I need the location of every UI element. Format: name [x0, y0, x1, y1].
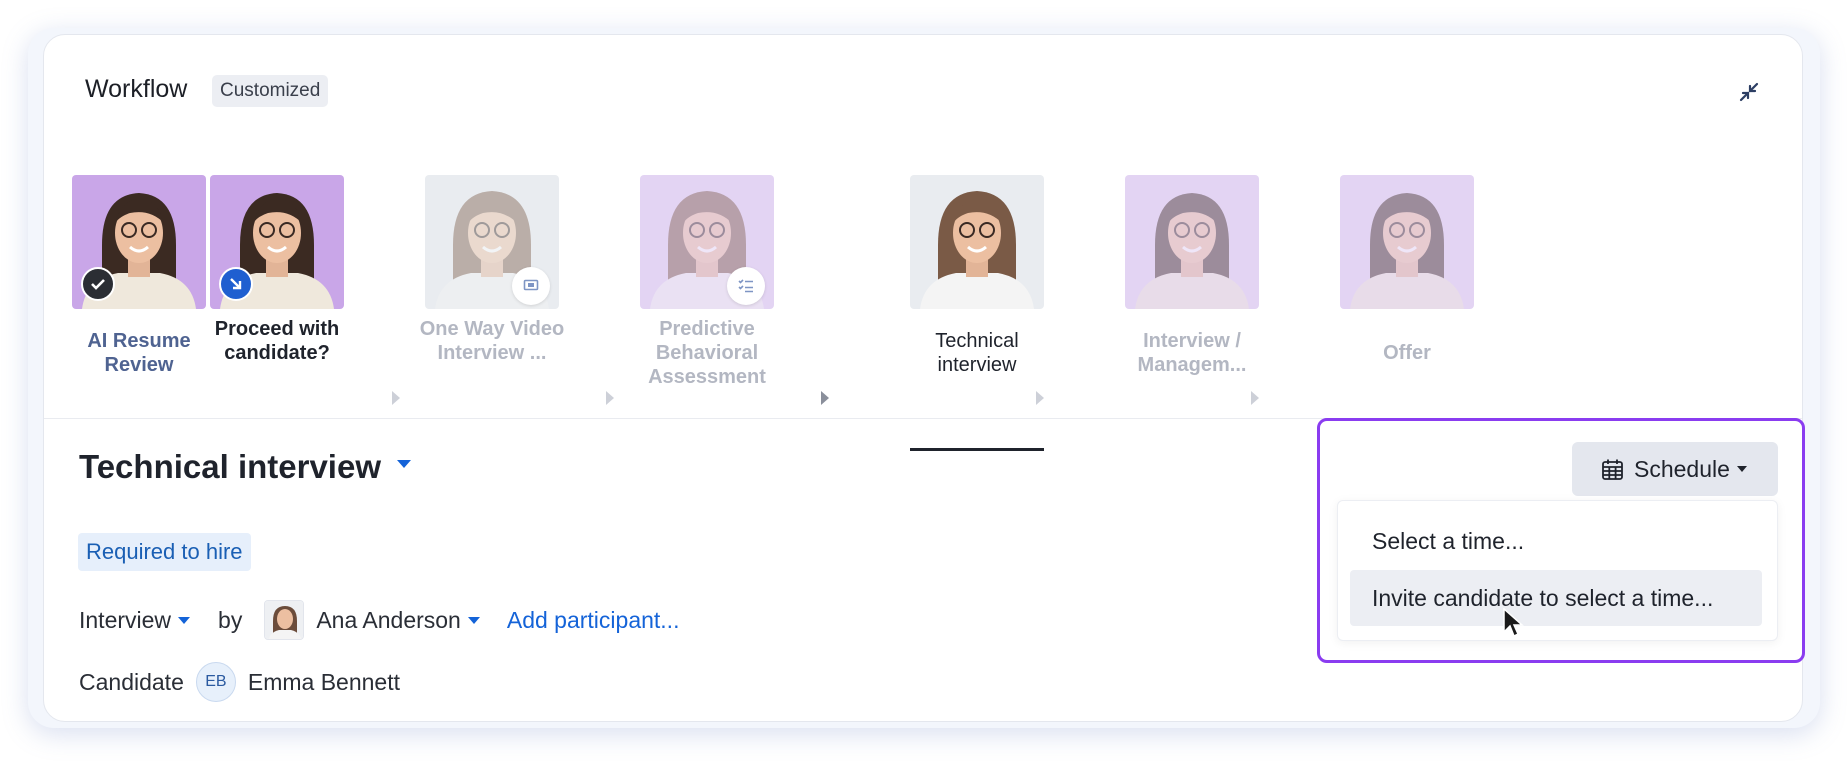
by-label: by — [218, 606, 243, 633]
avatar — [264, 600, 305, 640]
interview-details-row: Interview by Ana Anderson Add participan… — [79, 599, 679, 641]
checklist-icon — [727, 267, 765, 305]
candidate-row: Candidate EB Emma Bennett — [79, 661, 400, 703]
interviewer-select[interactable]: Ana Anderson — [316, 607, 461, 634]
candidate-name[interactable]: Emma Bennett — [248, 669, 400, 696]
chevron-right-icon — [1036, 391, 1044, 405]
avatar: EB — [195, 662, 236, 702]
stage-label: Proceed with candidate? — [214, 318, 340, 364]
required-to-hire-badge: Required to hire — [78, 533, 251, 571]
add-participant-link[interactable]: Add participant... — [507, 607, 680, 634]
collapse-arrows-icon[interactable] — [1736, 79, 1762, 105]
chevron-right-icon — [392, 391, 400, 405]
stage-label: AI Resume Review — [87, 330, 191, 376]
stage-ai-resume-review[interactable]: AI Resume Review — [72, 175, 206, 377]
chevron-down-icon[interactable] — [396, 459, 412, 469]
chevron-right-icon — [1251, 391, 1259, 405]
candidate-photo — [425, 175, 559, 309]
calendar-icon — [1602, 459, 1623, 480]
interview-type-select[interactable]: Interview — [79, 607, 171, 634]
candidate-photo — [72, 175, 206, 309]
workflow-title: Workflow — [85, 75, 188, 103]
candidate-photo — [910, 175, 1044, 309]
chevron-down-icon[interactable] — [467, 616, 481, 625]
schedule-button[interactable]: Schedule — [1572, 442, 1778, 496]
check-icon — [81, 267, 115, 301]
candidate-photo — [1125, 175, 1259, 309]
stage-offer[interactable]: Offer — [1340, 175, 1474, 365]
stage-label: Offer — [1383, 342, 1431, 364]
chevron-down-icon[interactable] — [177, 616, 191, 625]
candidate-label: Candidate — [79, 668, 184, 695]
arrow-down-right-icon — [219, 267, 253, 301]
schedule-dropdown-menu: Select a time... Invite candidate to sel… — [1337, 500, 1778, 641]
stage-one-way-video-interview[interactable]: One Way Video Interview ... — [420, 175, 564, 365]
menu-item-invite-candidate[interactable]: Invite candidate to select a time... — [1350, 570, 1762, 626]
stage-interview-management[interactable]: Interview / Managem... — [1125, 175, 1259, 377]
mouse-cursor-icon — [1503, 608, 1524, 638]
stage-label: Predictive Behavioral Assessment — [648, 318, 766, 388]
candidate-photo — [210, 175, 344, 309]
customized-badge: Customized — [212, 75, 329, 107]
stage-technical-interview[interactable]: Technical interview — [910, 175, 1044, 377]
chevron-down-icon — [1736, 466, 1747, 472]
stage-predictive-behavioral-assessment[interactable]: Predictive Behavioral Assessment — [640, 175, 774, 389]
chevron-right-icon — [606, 391, 614, 405]
stage-proceed-with-candidate[interactable]: Proceed with candidate? — [210, 175, 344, 365]
stage-label: One Way Video Interview ... — [419, 318, 565, 364]
stage-label: Interview / Managem... — [1137, 330, 1247, 376]
page-title: Technical interview — [79, 448, 381, 485]
schedule-button-label: Schedule — [1634, 455, 1730, 482]
candidate-photo — [1340, 175, 1474, 309]
candidate-photo — [640, 175, 774, 309]
stage-label: Technical interview — [935, 330, 1019, 376]
chevron-right-icon — [821, 391, 829, 405]
menu-item-select-time[interactable]: Select a time... — [1350, 513, 1762, 569]
video-screen-icon — [512, 267, 550, 305]
active-stage-indicator — [910, 448, 1044, 451]
